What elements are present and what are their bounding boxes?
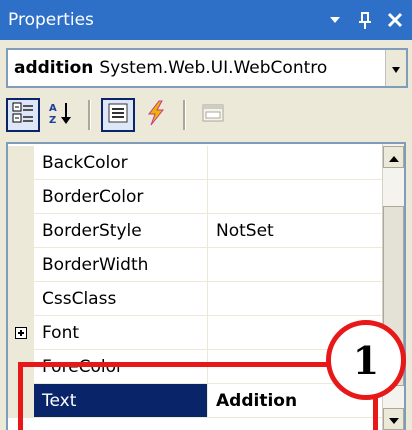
- toolbar-separator-2: [183, 100, 186, 130]
- property-row[interactable]: Font: [8, 316, 382, 350]
- title-bar: Properties: [0, 0, 412, 40]
- property-value[interactable]: [208, 180, 382, 213]
- selector-dropdown-button[interactable]: [385, 50, 406, 86]
- property-toolbar: A Z: [6, 92, 406, 138]
- lightning-icon: [145, 100, 167, 130]
- svg-text:A: A: [49, 103, 57, 114]
- property-name[interactable]: BackColor: [34, 146, 208, 179]
- dropdown-arrow-icon[interactable]: [326, 11, 344, 29]
- property-row[interactable]: BorderWidth: [8, 248, 382, 282]
- property-pages-icon: [201, 102, 225, 128]
- svg-text:Z: Z: [49, 115, 56, 126]
- arrow-down-icon: [388, 410, 400, 429]
- row-margin: [8, 214, 34, 247]
- object-type: System.Web.UI.WebContro: [99, 58, 328, 78]
- property-name[interactable]: Text: [34, 384, 208, 417]
- arrow-up-icon: [388, 148, 400, 167]
- property-name[interactable]: BorderWidth: [34, 248, 208, 281]
- row-margin: [8, 282, 34, 315]
- property-name[interactable]: CssClass: [34, 282, 208, 315]
- properties-button[interactable]: [101, 98, 135, 132]
- property-row[interactable]: Text Addition: [8, 384, 382, 418]
- properties-icon: [107, 102, 129, 128]
- property-name[interactable]: BorderStyle: [34, 214, 208, 247]
- chevron-down-icon: [391, 59, 401, 78]
- property-row[interactable]: BorderStyle NotSet: [8, 214, 382, 248]
- property-value[interactable]: [208, 146, 382, 179]
- property-name[interactable]: BorderColor: [34, 180, 208, 213]
- object-selector[interactable]: addition System.Web.UI.WebContro: [6, 48, 408, 88]
- alphabetical-button[interactable]: A Z: [44, 98, 78, 132]
- property-value[interactable]: [208, 248, 382, 281]
- row-margin: [8, 384, 34, 417]
- categorized-icon: [11, 101, 35, 129]
- scroll-up-button[interactable]: [383, 146, 404, 168]
- property-row[interactable]: BackColor: [8, 146, 382, 180]
- property-value[interactable]: NotSet: [208, 214, 382, 247]
- property-row[interactable]: CssClass: [8, 282, 382, 316]
- row-margin: [8, 146, 34, 179]
- property-name[interactable]: Font: [34, 316, 208, 349]
- property-name[interactable]: ForeColor: [34, 350, 208, 383]
- object-name: addition: [14, 58, 94, 78]
- categorized-button[interactable]: [6, 98, 40, 132]
- callout-number: 1: [352, 337, 380, 383]
- close-icon[interactable]: [386, 11, 404, 29]
- pin-icon[interactable]: [356, 11, 374, 29]
- row-margin: [8, 316, 34, 349]
- row-margin: [8, 248, 34, 281]
- toolbar-separator: [88, 100, 91, 130]
- row-margin: [8, 180, 34, 213]
- row-margin: [8, 350, 34, 383]
- properties-window: Properties addition System.Web.UI.WebCon…: [0, 0, 412, 430]
- window-title: Properties: [8, 10, 94, 30]
- callout-badge: 1: [326, 320, 406, 400]
- events-button[interactable]: [139, 98, 173, 132]
- property-value[interactable]: [208, 282, 382, 315]
- scroll-down-button[interactable]: [383, 408, 404, 430]
- property-row[interactable]: BorderColor: [8, 180, 382, 214]
- sort-az-icon: A Z: [48, 100, 74, 130]
- expand-plus-icon[interactable]: [15, 326, 27, 339]
- property-pages-button[interactable]: [196, 98, 230, 132]
